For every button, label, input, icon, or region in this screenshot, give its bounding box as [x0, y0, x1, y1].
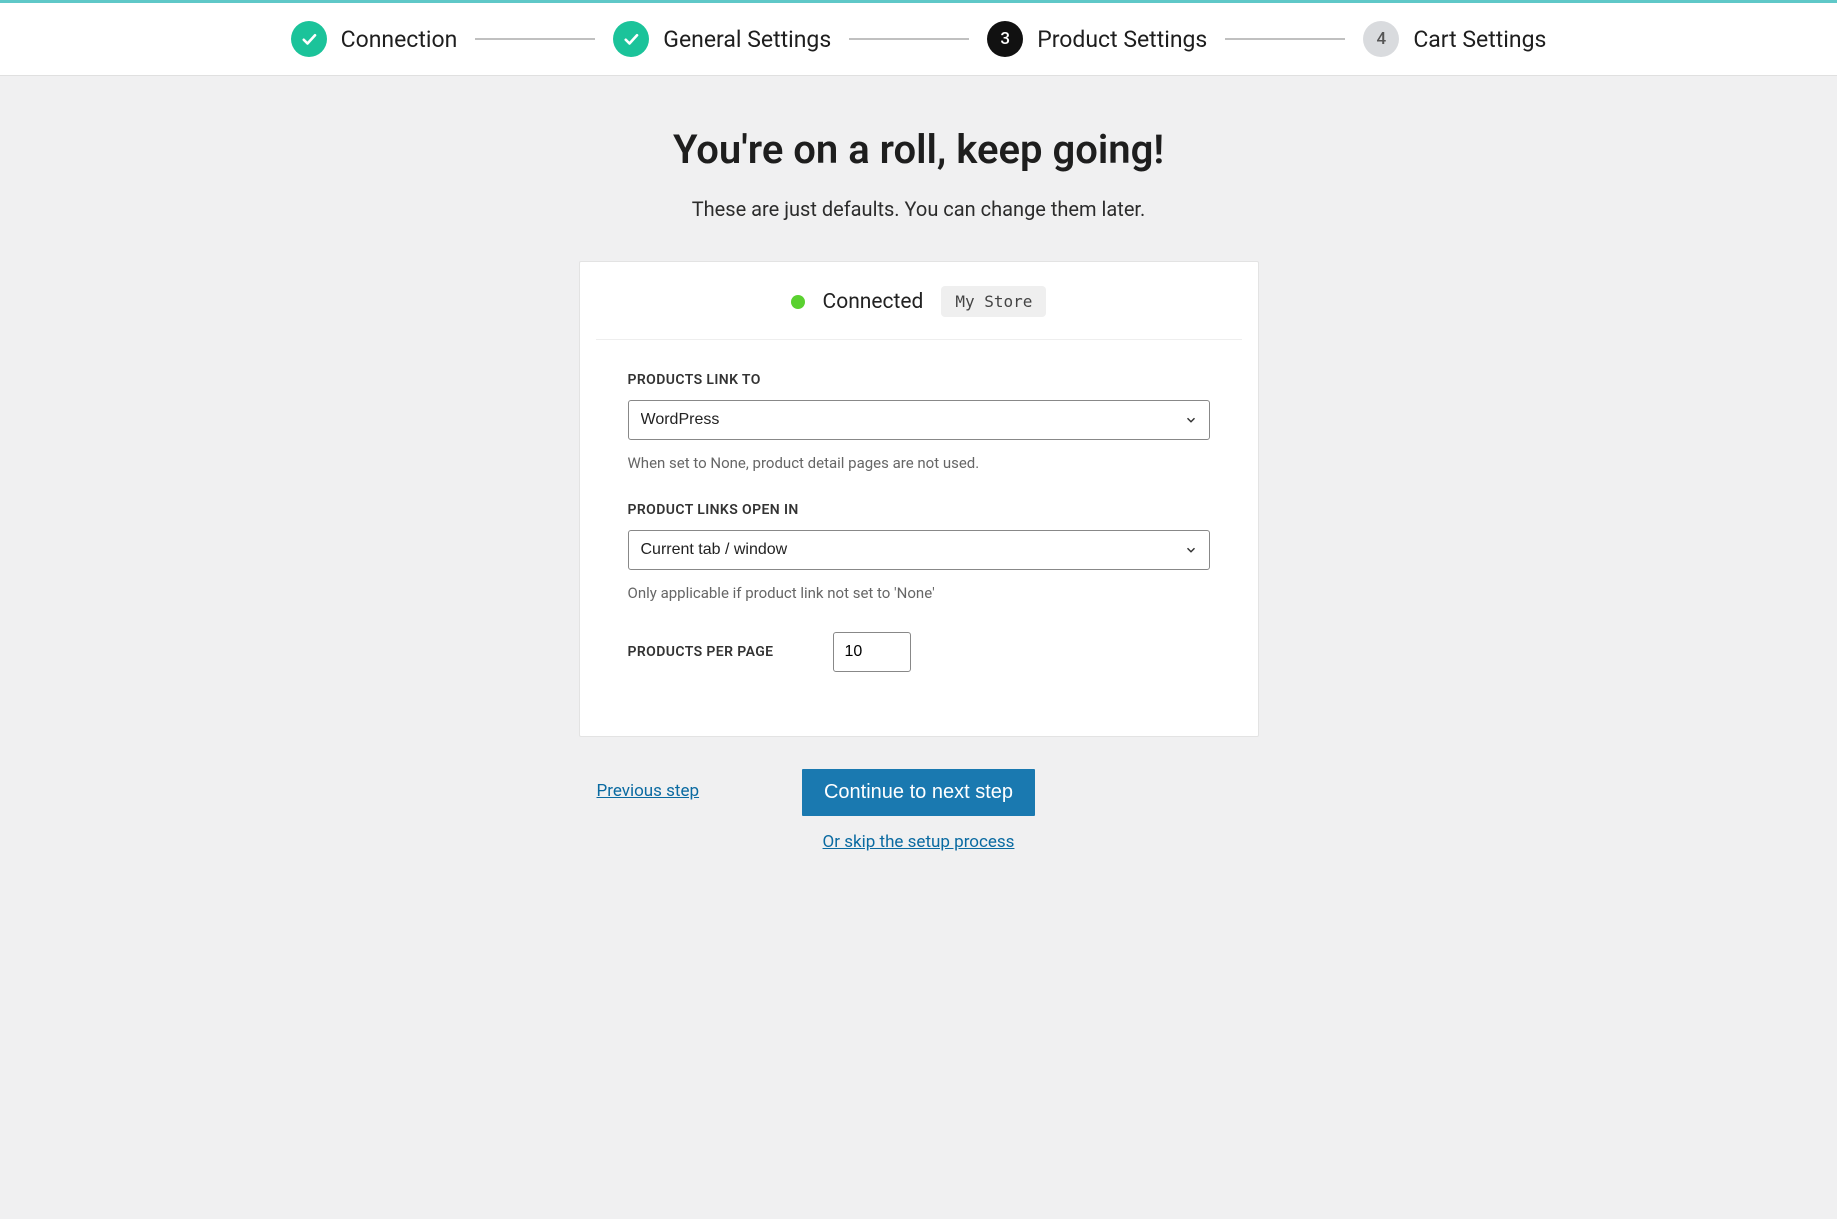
step-product-settings[interactable]: 3 Product Settings	[987, 21, 1207, 57]
skip-setup-link[interactable]: Or skip the setup process	[823, 832, 1015, 852]
step-label: General Settings	[663, 26, 831, 53]
products-per-page-input[interactable]	[833, 632, 911, 672]
product-links-open-in-select[interactable]	[628, 530, 1210, 570]
field-products-link-to: PRODUCTS LINK TO When set to None, produ…	[628, 372, 1210, 472]
step-divider	[849, 38, 969, 40]
previous-step-link[interactable]: Previous step	[597, 781, 700, 801]
main-content: You're on a roll, keep going! These are …	[414, 126, 1424, 852]
continue-button[interactable]: Continue to next step	[802, 769, 1035, 816]
field-label: PRODUCTS LINK TO	[628, 372, 1210, 388]
store-badge: My Store	[941, 286, 1046, 317]
step-label: Product Settings	[1037, 26, 1207, 53]
page-subtitle: These are just defaults. You can change …	[414, 197, 1424, 221]
step-number: 3	[987, 21, 1023, 57]
step-divider	[475, 38, 595, 40]
step-connection[interactable]: Connection	[291, 21, 458, 57]
field-product-links-open-in: PRODUCT LINKS OPEN IN Only applicable if…	[628, 502, 1210, 602]
step-general-settings[interactable]: General Settings	[613, 21, 831, 57]
field-label: PRODUCT LINKS OPEN IN	[628, 502, 1210, 518]
field-label: PRODUCTS PER PAGE	[628, 644, 774, 660]
settings-form: PRODUCTS LINK TO When set to None, produ…	[580, 340, 1258, 736]
field-products-per-page: PRODUCTS PER PAGE	[628, 632, 1210, 672]
field-help: Only applicable if product link not set …	[628, 584, 1210, 602]
step-cart-settings[interactable]: 4 Cart Settings	[1363, 21, 1546, 57]
wizard-stepper: Connection General Settings 3 Product Se…	[0, 3, 1837, 76]
step-divider	[1225, 38, 1345, 40]
field-help: When set to None, product detail pages a…	[628, 454, 1210, 472]
products-link-to-select[interactable]	[628, 400, 1210, 440]
page-title: You're on a roll, keep going!	[414, 126, 1424, 173]
check-icon	[613, 21, 649, 57]
step-label: Cart Settings	[1413, 26, 1546, 53]
status-dot-icon	[791, 295, 805, 309]
wizard-actions: Previous step Continue to next step Or s…	[579, 769, 1259, 852]
step-number: 4	[1363, 21, 1399, 57]
settings-card: Connected My Store PRODUCTS LINK TO When…	[579, 261, 1259, 737]
step-label: Connection	[341, 26, 458, 53]
status-text: Connected	[823, 290, 924, 314]
connection-status-header: Connected My Store	[596, 262, 1242, 340]
check-icon	[291, 21, 327, 57]
